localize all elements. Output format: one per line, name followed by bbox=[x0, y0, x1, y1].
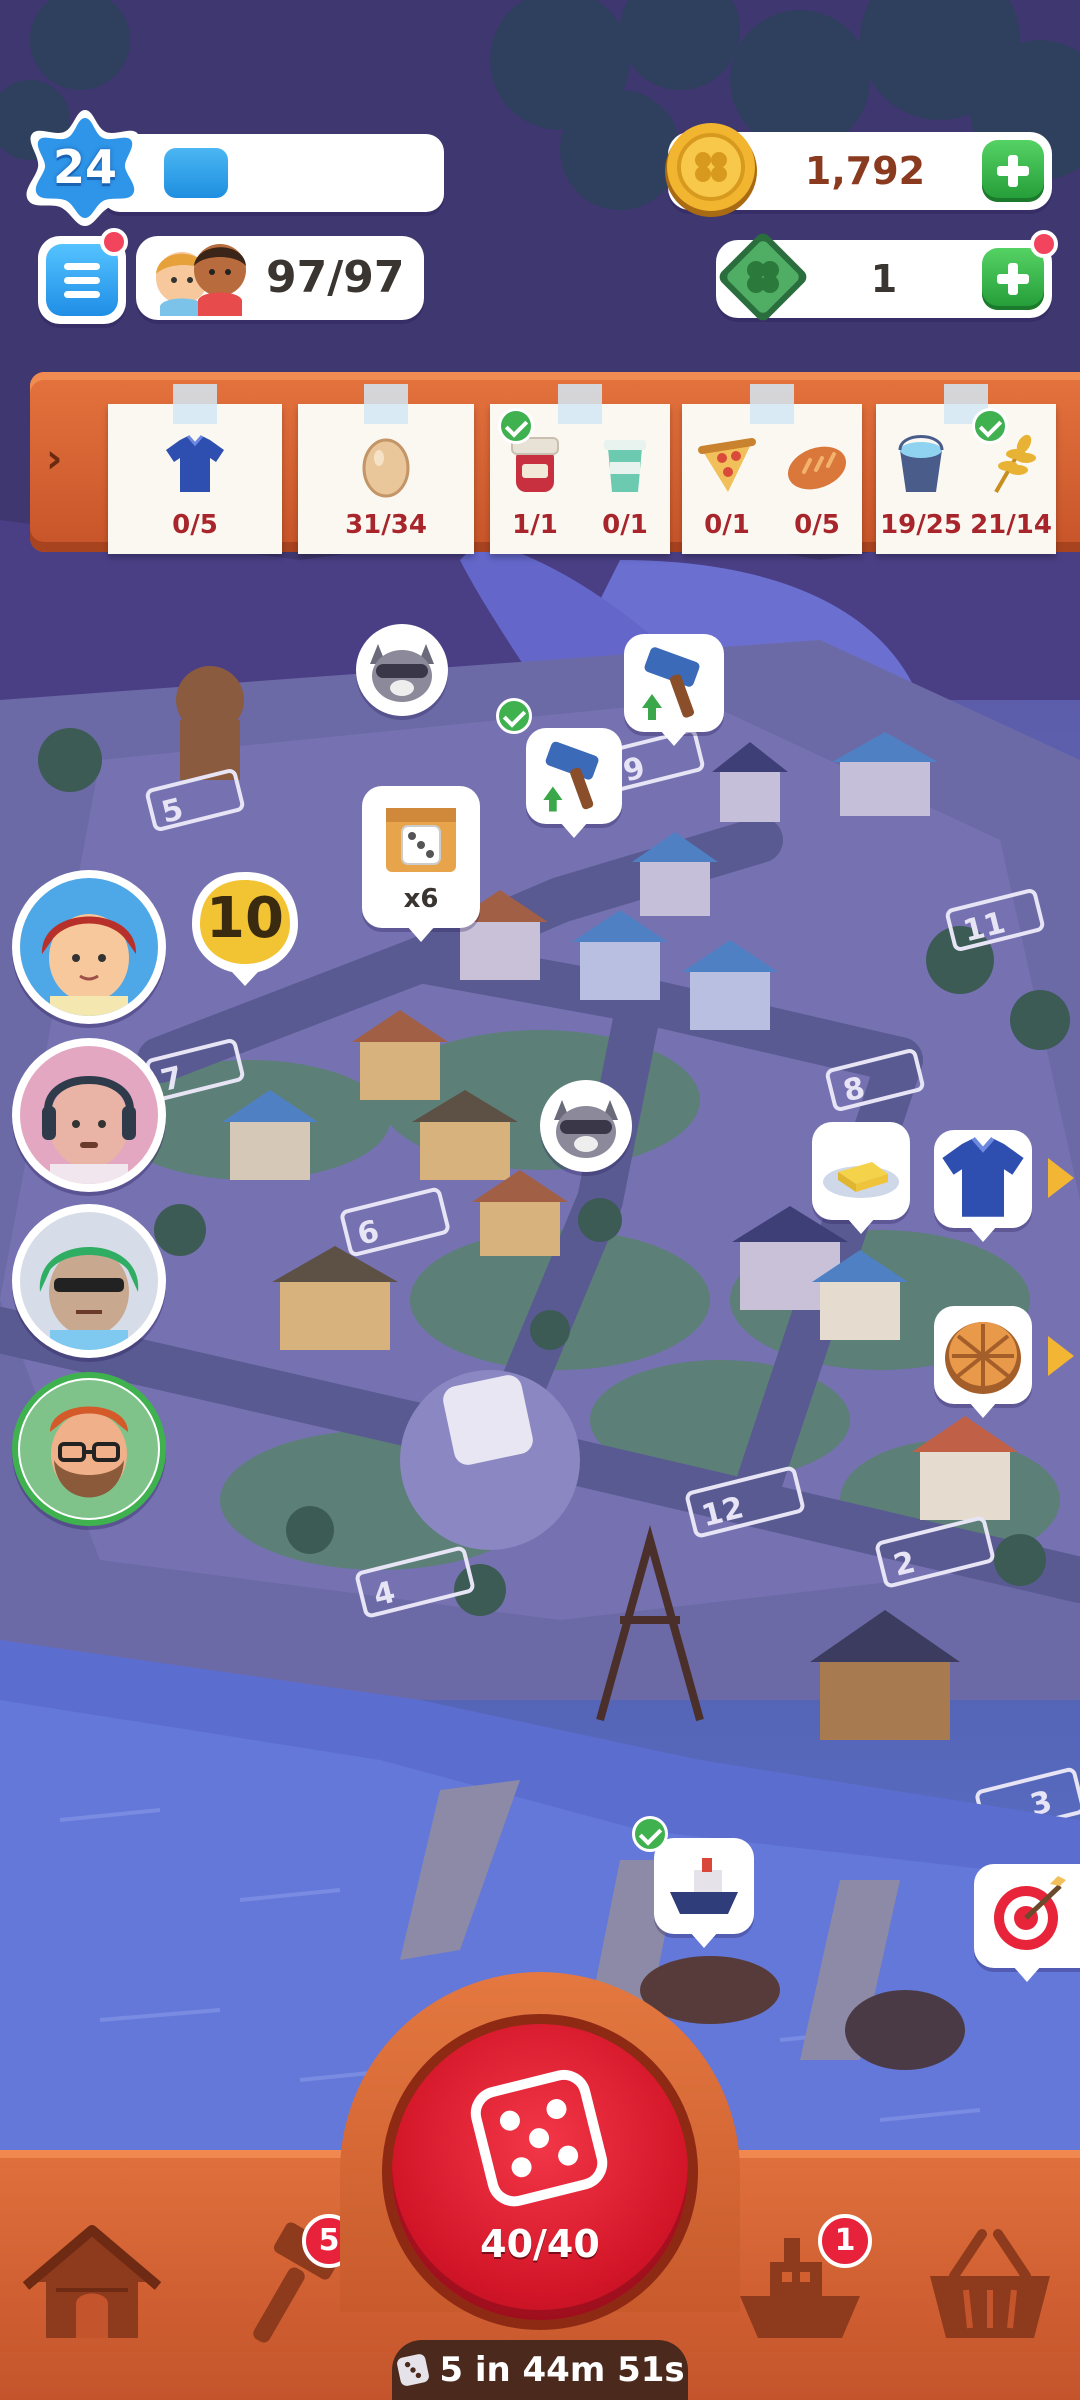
quest-count: 21/14 bbox=[970, 510, 1052, 540]
scroll-right-arrow-icon[interactable] bbox=[1048, 1158, 1074, 1198]
hammer-upgrade-icon bbox=[543, 741, 599, 812]
dice-refill-timer: 5 in 44m 51s bbox=[392, 2340, 688, 2400]
egg-icon bbox=[362, 438, 410, 498]
quest-note-shirts[interactable]: 0/5 bbox=[108, 384, 282, 554]
bread-icon bbox=[787, 446, 847, 490]
quest-complete-check-icon bbox=[972, 408, 1008, 444]
coin-icon bbox=[665, 123, 757, 217]
roll-dice-button[interactable]: 40/40 bbox=[382, 2014, 698, 2330]
menu-button[interactable] bbox=[38, 228, 128, 324]
villagers-icon bbox=[156, 244, 246, 316]
dice-refill-timer-text: 5 in 44m 51s bbox=[439, 2350, 685, 2390]
clover-cash-icon bbox=[719, 233, 807, 321]
level-number: 24 bbox=[52, 140, 117, 194]
ship-ready-bubble[interactable] bbox=[632, 1816, 754, 1948]
dice-reward-bubble[interactable]: x6 bbox=[362, 786, 480, 942]
quest-note-pizza-bread[interactable]: 0/1 0/5 bbox=[682, 384, 862, 554]
house-icon bbox=[22, 2225, 162, 2338]
butter-request-bubble[interactable] bbox=[812, 1122, 910, 1234]
ship-ready-check-icon bbox=[632, 1816, 668, 1852]
ship-button[interactable]: 1 bbox=[730, 2214, 872, 2350]
ship-badge: 1 bbox=[818, 2214, 872, 2268]
pizza-icon bbox=[698, 438, 756, 492]
basket-icon bbox=[930, 2229, 1050, 2338]
raccoon-icon bbox=[370, 644, 434, 702]
house-button[interactable] bbox=[22, 2220, 162, 2350]
pie-icon bbox=[945, 1322, 1021, 1394]
pie-request-bubble[interactable] bbox=[934, 1306, 1032, 1418]
dice-count: 40/40 bbox=[480, 2222, 600, 2266]
upgrade-hammer-bubble[interactable] bbox=[624, 634, 724, 746]
add-cash-button[interactable] bbox=[982, 248, 1044, 310]
quest-count: 31/34 bbox=[345, 510, 427, 540]
target-goal-bubble[interactable] bbox=[974, 1864, 1080, 1982]
water-bucket-icon bbox=[898, 435, 944, 492]
dice-icon bbox=[470, 2069, 608, 2207]
ship-icon bbox=[670, 1858, 738, 1914]
shirt-icon bbox=[942, 1137, 1024, 1217]
menu-notification-dot bbox=[100, 228, 128, 256]
upgrade-complete-check-icon bbox=[496, 698, 532, 734]
cash-count: 1 bbox=[870, 257, 898, 301]
quest-count: 19/25 bbox=[880, 510, 962, 540]
raccoon-bandit-marker[interactable] bbox=[356, 624, 448, 716]
xp-progress-fill bbox=[164, 148, 228, 198]
coins-display: 1,792 bbox=[665, 123, 1052, 217]
menu-icon bbox=[46, 244, 118, 316]
dice-box-icon bbox=[386, 808, 456, 872]
visitor-avatar-red-hair[interactable] bbox=[12, 870, 166, 1024]
hammer-upgrade-icon bbox=[642, 647, 700, 720]
dice-reward-amount: x6 bbox=[403, 884, 439, 914]
raccoon-icon bbox=[554, 1100, 618, 1158]
shirt-request-bubble[interactable] bbox=[934, 1130, 1032, 1242]
raccoon-bandit-marker[interactable] bbox=[540, 1080, 632, 1172]
quest-board[interactable]: › 0/5 31/34 1/1 0/1 0/1 0/5 19/25 21/14 bbox=[30, 372, 1080, 560]
shirt-icon bbox=[166, 435, 224, 492]
quest-count: 1/1 bbox=[512, 510, 558, 540]
level-display[interactable]: 24 bbox=[22, 104, 444, 230]
quest-count: 0/5 bbox=[172, 510, 218, 540]
add-coins-button[interactable] bbox=[982, 140, 1044, 202]
butter-icon bbox=[823, 1162, 899, 1198]
quest-note-jam-cup[interactable]: 1/1 0/1 bbox=[490, 384, 670, 554]
build-button[interactable]: 5 bbox=[220, 2214, 360, 2350]
quest-complete-check-icon bbox=[498, 408, 534, 444]
visitor-badge-count: 10 bbox=[206, 886, 284, 951]
visitor-level-badge: 10 bbox=[186, 868, 304, 986]
population-display[interactable]: 97/97 bbox=[136, 236, 424, 320]
shop-basket-button[interactable] bbox=[920, 2220, 1060, 2350]
visitor-avatar-green-hair[interactable] bbox=[12, 1204, 166, 1358]
board-expand-icon[interactable]: › bbox=[46, 436, 62, 482]
target-icon bbox=[994, 1876, 1066, 1950]
quest-count: 0/5 bbox=[794, 510, 840, 540]
scroll-right-arrow-icon[interactable] bbox=[1048, 1336, 1074, 1376]
quest-note-eggs[interactable]: 31/34 bbox=[298, 384, 474, 554]
coin-count: 1,792 bbox=[804, 149, 926, 193]
xp-progress-bar bbox=[102, 134, 444, 212]
small-dice-icon bbox=[397, 2354, 430, 2386]
quest-count: 0/1 bbox=[704, 510, 750, 540]
visitor-avatar-bearded[interactable] bbox=[12, 1372, 166, 1526]
population-count: 97/97 bbox=[266, 252, 405, 303]
cash-display: 1 bbox=[716, 230, 1058, 321]
visitor-avatar-headphones[interactable] bbox=[12, 1038, 166, 1192]
cup-icon bbox=[604, 440, 646, 492]
quest-note-water-wheat[interactable]: 19/25 21/14 bbox=[876, 384, 1056, 554]
cash-notification-dot bbox=[1030, 230, 1058, 258]
upgrade-hammer-bubble[interactable] bbox=[496, 698, 622, 838]
quest-count: 0/1 bbox=[602, 510, 648, 540]
